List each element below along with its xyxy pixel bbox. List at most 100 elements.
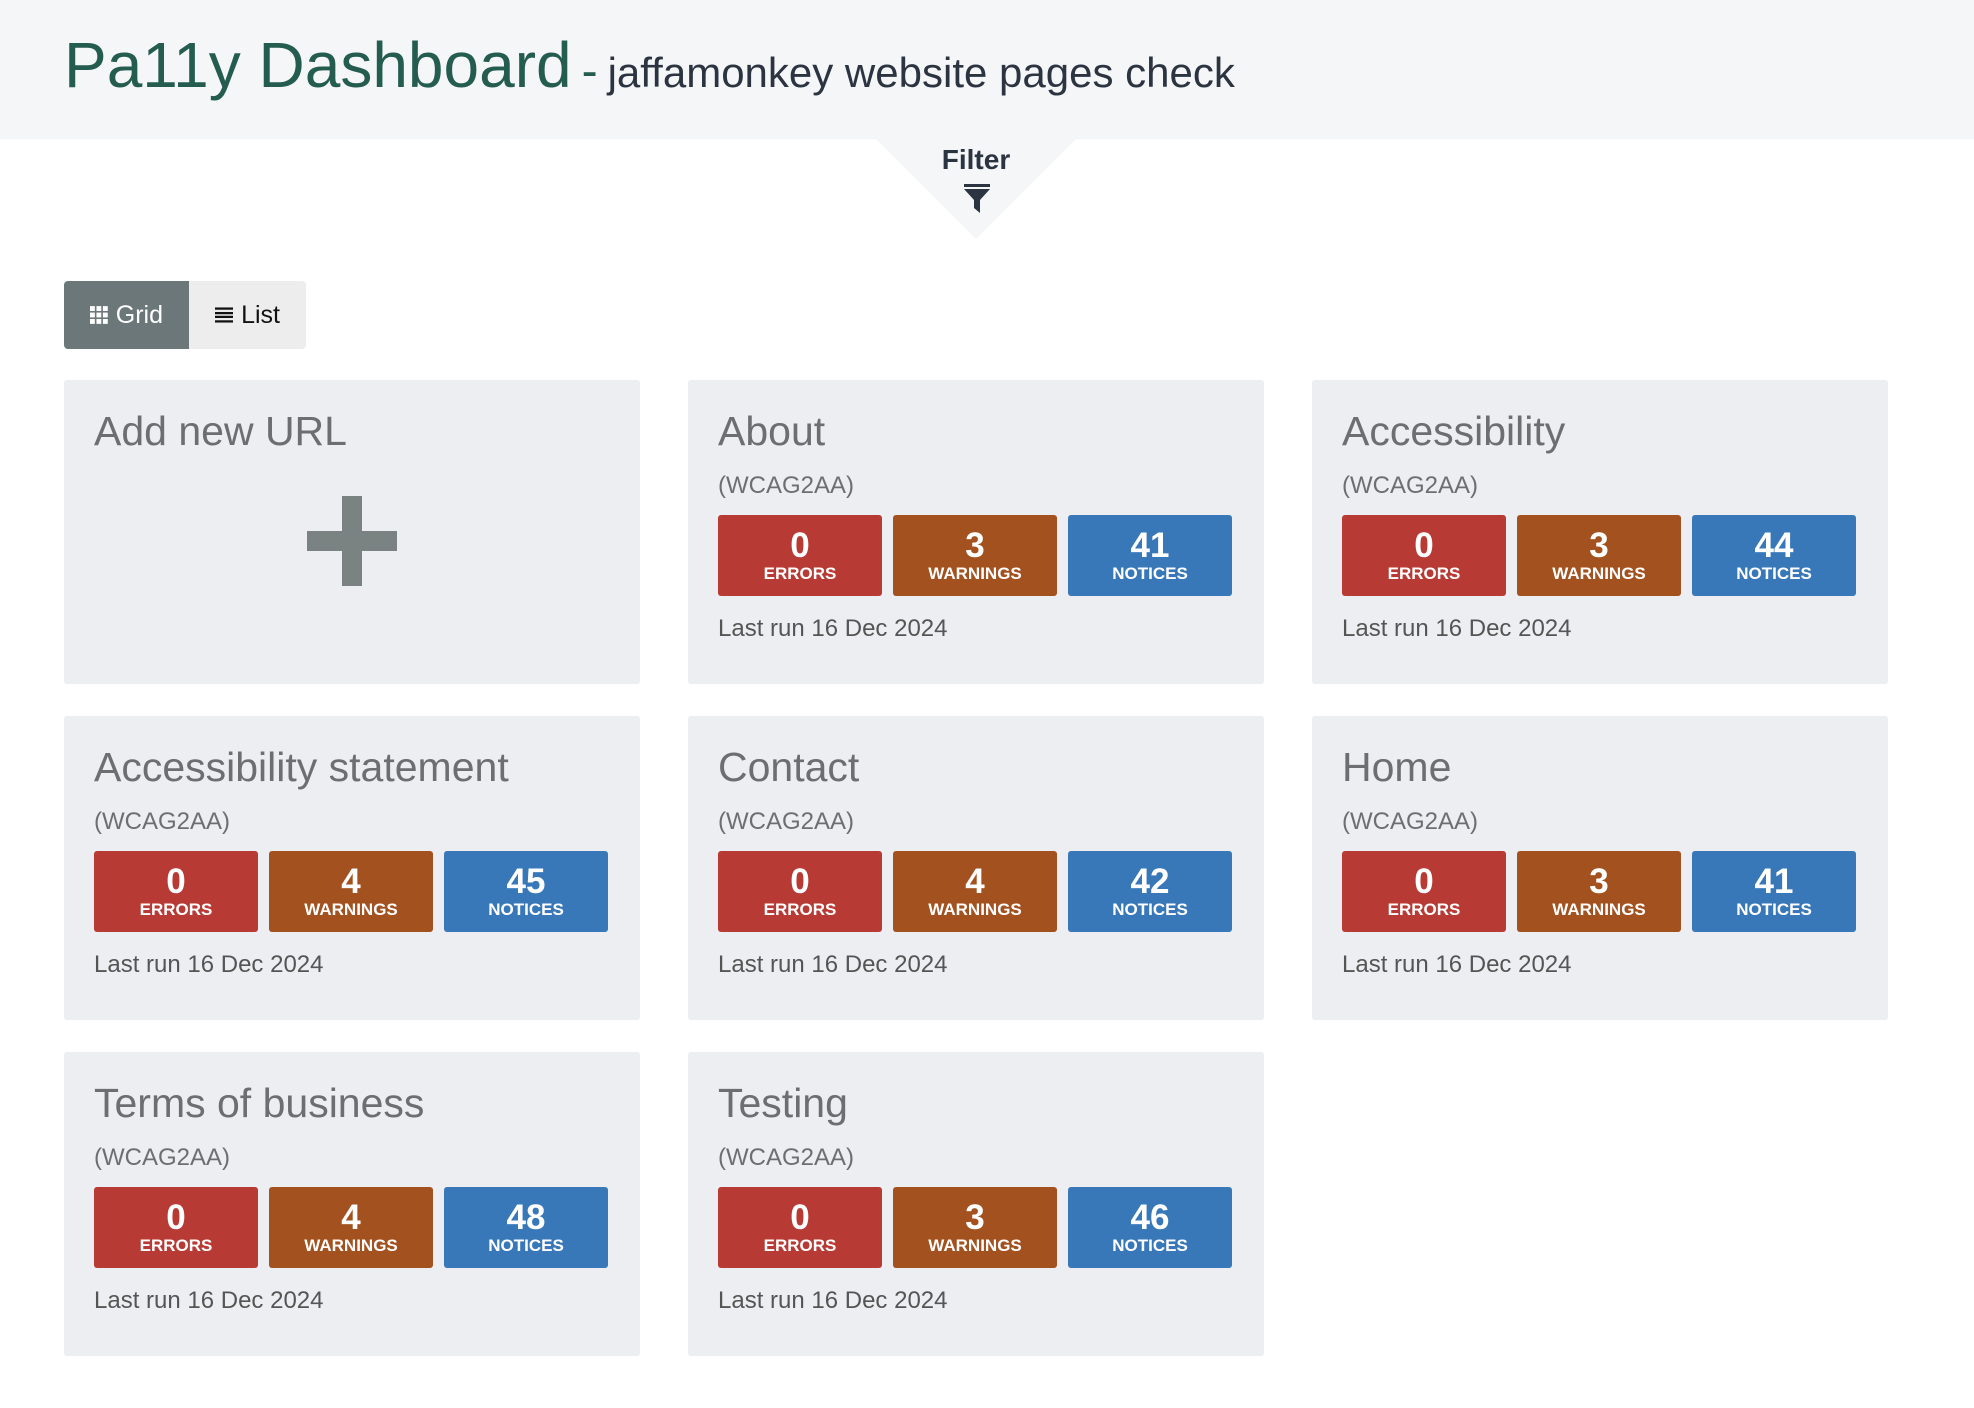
warnings-badge: 3 WARNINGS: [893, 1187, 1057, 1268]
notices-count: 42: [1130, 862, 1170, 902]
warnings-count: 3: [1589, 862, 1609, 902]
add-url-title: Add new URL: [94, 408, 347, 454]
list-view-label: List: [241, 300, 280, 329]
card-standard: (WCAG2AA): [718, 1144, 855, 1171]
errors-count: 0: [166, 1198, 186, 1238]
warnings-count: 4: [341, 1198, 361, 1238]
errors-badge: 0 ERRORS: [718, 851, 882, 932]
notices-badge: 46 NOTICES: [1068, 1187, 1232, 1268]
last-run-date: Last run 16 Dec 2024: [1342, 951, 1572, 978]
view-toggle: Grid List: [64, 281, 306, 349]
notices-badge: 41 NOTICES: [1068, 515, 1232, 596]
errors-badge: 0 ERRORS: [94, 851, 258, 932]
errors-label: ERRORS: [763, 563, 837, 583]
last-run-date: Last run 16 Dec 2024: [718, 951, 948, 978]
errors-count: 0: [790, 1198, 810, 1238]
card-title[interactable]: Terms of business: [94, 1080, 424, 1127]
card-standard: (WCAG2AA): [718, 472, 855, 499]
url-card-accessibility[interactable]: Accessibility (WCAG2AA) 0 ERRORS 3 WARNING…: [1312, 380, 1888, 684]
notices-count: 48: [506, 1198, 546, 1238]
errors-badge: 0 ERRORS: [1342, 515, 1506, 596]
errors-count: 0: [790, 862, 810, 902]
notices-label: NOTICES: [1112, 899, 1188, 919]
url-card-home[interactable]: Home (WCAG2AA) 0 ERRORS 3 WARNINGS 41 NOTIC…: [1312, 716, 1888, 1020]
page-header: Pa11y Dashboard - jaffamonkey website page…: [0, 0, 1974, 139]
warnings-badge: 3 WARNINGS: [1517, 515, 1681, 596]
url-card-accessibility-statement[interactable]: Accessibility statement (WCAG2AA) 0 ERROR…: [64, 716, 640, 1020]
notices-label: NOTICES: [1112, 563, 1188, 583]
errors-label: ERRORS: [763, 899, 837, 919]
warnings-count: 4: [341, 862, 361, 902]
errors-label: ERRORS: [1387, 563, 1461, 583]
title-separator: -: [581, 45, 598, 98]
card-title[interactable]: Accessibility statement: [94, 744, 509, 791]
result-badges: 0 ERRORS 3 WARNINGS 44 NOTICES: [1342, 515, 1856, 596]
notices-badge: 44 NOTICES: [1692, 515, 1856, 596]
card-standard: (WCAG2AA): [94, 1144, 231, 1171]
url-card-terms-of-business[interactable]: Terms of business (WCAG2AA) 0 ERRORS 4 WAR…: [64, 1052, 640, 1356]
url-card-testing[interactable]: Testing (WCAG2AA) 0 ERRORS 3 WARNINGS 46 NO…: [688, 1052, 1264, 1356]
result-badges: 0 ERRORS 4 WARNINGS 42 NOTICES: [718, 851, 1232, 932]
errors-badge: 0 ERRORS: [718, 515, 882, 596]
warnings-badge: 3 WARNINGS: [893, 515, 1057, 596]
warnings-count: 3: [965, 1198, 985, 1238]
errors-count: 0: [166, 862, 186, 902]
warnings-count: 3: [1589, 526, 1609, 566]
errors-badge: 0 ERRORS: [94, 1187, 258, 1268]
card-title[interactable]: Contact: [718, 744, 859, 791]
warnings-count: 3: [965, 526, 985, 566]
errors-badge: 0 ERRORS: [1342, 851, 1506, 932]
list-view-button[interactable]: List: [189, 281, 306, 349]
url-card-about[interactable]: About (WCAG2AA) 0 ERRORS 3 WARNINGS 41 NOTI…: [688, 380, 1264, 684]
grid-icon: [90, 306, 108, 324]
add-url-card[interactable]: Add new URL: [64, 380, 640, 684]
url-card-contact[interactable]: Contact (WCAG2AA) 0 ERRORS 4 WARNINGS 42 NO…: [688, 716, 1264, 1020]
errors-label: ERRORS: [139, 1235, 213, 1255]
filter-toggle[interactable]: Filter: [876, 139, 1076, 239]
notices-count: 46: [1130, 1198, 1170, 1238]
card-standard: (WCAG2AA): [718, 808, 855, 835]
list-icon: [215, 307, 234, 323]
errors-label: ERRORS: [1387, 899, 1461, 919]
last-run-date: Last run 16 Dec 2024: [718, 615, 948, 642]
errors-count: 0: [1414, 862, 1434, 902]
card-title[interactable]: Testing: [718, 1080, 848, 1127]
warnings-label: WARNINGS: [304, 899, 398, 919]
warnings-label: WARNINGS: [928, 563, 1022, 583]
warnings-count: 4: [965, 862, 985, 902]
notices-label: NOTICES: [488, 899, 564, 919]
filter-label: Filter: [941, 144, 1011, 175]
card-standard: (WCAG2AA): [1342, 472, 1479, 499]
card-title[interactable]: Home: [1342, 744, 1451, 791]
notices-label: NOTICES: [488, 1235, 564, 1255]
errors-count: 0: [1414, 526, 1434, 566]
card-title[interactable]: Accessibility: [1342, 408, 1565, 455]
warnings-label: WARNINGS: [1552, 899, 1646, 919]
page-heading: Pa11y Dashboard - jaffamonkey website page…: [64, 28, 1235, 102]
notices-badge: 48 NOTICES: [444, 1187, 608, 1268]
notices-badge: 41 NOTICES: [1692, 851, 1856, 932]
grid-view-button[interactable]: Grid: [64, 281, 189, 349]
warnings-label: WARNINGS: [928, 1235, 1022, 1255]
warnings-label: WARNINGS: [928, 899, 1022, 919]
warnings-badge: 3 WARNINGS: [1517, 851, 1681, 932]
warnings-badge: 4 WARNINGS: [269, 851, 433, 932]
warnings-label: WARNINGS: [304, 1235, 398, 1255]
dashboard-subtitle: jaffamonkey website pages check: [607, 49, 1235, 96]
errors-label: ERRORS: [763, 1235, 837, 1255]
last-run-date: Last run 16 Dec 2024: [94, 951, 324, 978]
last-run-date: Last run 16 Dec 2024: [94, 1287, 324, 1314]
result-badges: 0 ERRORS 3 WARNINGS 46 NOTICES: [718, 1187, 1232, 1268]
errors-count: 0: [790, 526, 810, 566]
last-run-date: Last run 16 Dec 2024: [718, 1287, 948, 1314]
card-title[interactable]: About: [718, 408, 825, 455]
card-standard: (WCAG2AA): [94, 808, 231, 835]
plus-icon: [307, 496, 397, 586]
notices-label: NOTICES: [1736, 563, 1812, 583]
grid-view-label: Grid: [115, 300, 163, 329]
result-badges: 0 ERRORS 4 WARNINGS 48 NOTICES: [94, 1187, 608, 1268]
result-badges: 0 ERRORS 3 WARNINGS 41 NOTICES: [1342, 851, 1856, 932]
dashboard-title[interactable]: Pa11y Dashboard: [64, 29, 572, 101]
notices-count: 41: [1130, 526, 1170, 566]
notices-label: NOTICES: [1112, 1235, 1188, 1255]
